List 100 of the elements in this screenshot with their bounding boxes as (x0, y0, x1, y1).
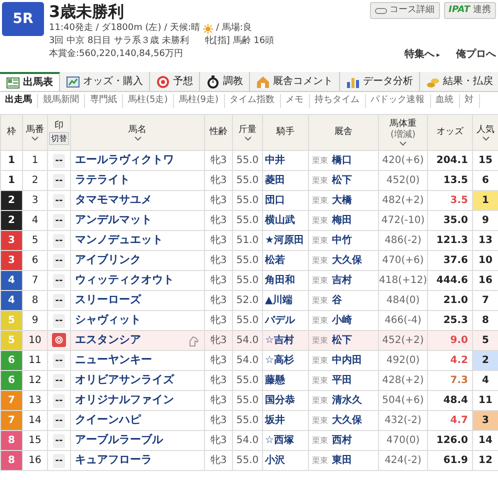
tab[interactable]: 予想 (150, 72, 200, 91)
trainer-link[interactable]: 谷 (332, 295, 342, 306)
sub-tab[interactable]: メモ (280, 94, 310, 108)
mark-button[interactable]: -- (53, 274, 65, 288)
region-label: 栗東 (312, 416, 328, 425)
trainer-link[interactable]: 松下 (332, 335, 352, 346)
trainer-link[interactable]: 西村 (332, 435, 352, 446)
trainer-link[interactable]: 中竹 (332, 235, 352, 246)
table-row[interactable]: 1 2 -- ラテライト 牝3 55.0 菱田 栗東 松下 452(0) 13.5 6 (0, 170, 498, 190)
feature-link[interactable]: 俺プロへ (456, 47, 496, 62)
popularity-cell: 10 (472, 250, 498, 270)
track-condition: / 馬場:良 (216, 22, 252, 35)
mark-button[interactable]: -- (53, 234, 65, 248)
region-label: 栗東 (312, 236, 328, 245)
table-row[interactable]: 4 7 -- ウィッティクオウト 牝3 55.0 角田和 栗東 吉村 418(+12) 444.6 16 (0, 270, 498, 290)
sub-tab[interactable]: 持ちタイム (310, 94, 366, 108)
popularity-cell: 6 (472, 170, 498, 190)
mark-button[interactable]: -- (53, 374, 65, 388)
trainer-link[interactable]: 小崎 (332, 315, 352, 326)
mark-button[interactable]: -- (53, 414, 65, 428)
mark-button[interactable]: -- (53, 394, 65, 408)
sub-tab[interactable]: タイム指数 (224, 94, 280, 108)
sort-caret-icon[interactable] (31, 136, 39, 140)
table-row[interactable]: 7 14 -- クイーンハピ 牝3 55.0 坂井 栗東 大久保 432(-2) 4.7 3 (0, 410, 498, 430)
sort-caret-icon[interactable] (482, 136, 490, 140)
sub-tab[interactable]: 競馬新聞 (38, 94, 85, 108)
trainer-link[interactable]: 大久保 (332, 415, 362, 426)
mark-button[interactable]: -- (53, 154, 65, 168)
ipat-link-button[interactable]: IPAT 連携 (444, 2, 496, 19)
region-label: 栗東 (312, 276, 328, 285)
mark-button[interactable]: -- (53, 454, 65, 468)
mark-button[interactable]: -- (53, 294, 65, 308)
table-row[interactable]: 8 15 -- アーブルラーブル 牝3 54.0 ☆西塚 栗東 西村 470(0) 126.0 14 (0, 430, 498, 450)
trainer-link[interactable]: 大久保 (332, 255, 362, 266)
table-row[interactable]: 2 3 -- タマモマサユメ 牝3 55.0 団口 栗東 大橋 482(+2) 3.5 1 (0, 190, 498, 210)
table-row[interactable]: 3 6 -- アイブリンク 牝3 55.0 松若 栗東 大久保 470(+6) 37.6 10 (0, 250, 498, 270)
race-info: 11:40発走 / ダ1800m (左) / 天候:晴 (49, 22, 200, 35)
mark-button[interactable] (52, 333, 66, 348)
table-row[interactable]: 7 13 -- オリジナルファイン 牝3 55.0 国分恭 栗東 清水久 504(+6) 48.4 11 (0, 390, 498, 410)
mark-button[interactable]: -- (53, 174, 65, 188)
frame-cell: 2 (0, 190, 22, 210)
table-row[interactable]: 8 16 -- キュアフローラ 牝3 55.0 小沢 栗東 東田 424(-2) 61.9 12 (0, 450, 498, 470)
table-row[interactable]: 4 8 -- スリーローズ 牝3 52.0 ▲川端 栗東 谷 484(0) 21.0 7 (0, 290, 498, 310)
sun-icon (203, 24, 214, 34)
tab[interactable]: 出馬表 (0, 72, 60, 91)
region-label: 栗東 (312, 356, 328, 365)
trainer-link[interactable]: 中内田 (332, 355, 362, 366)
table-row[interactable]: 2 4 -- アンデルマット 牝3 55.0 横山武 栗東 梅田 472(-10) 35.0 9 (0, 210, 498, 230)
target-icon (156, 74, 170, 88)
region-label: 栗東 (312, 296, 328, 305)
sub-tab[interactable]: 血統 (430, 94, 460, 108)
toggle-button[interactable]: 切替 (49, 132, 69, 144)
tab[interactable]: 厩舎コメント (250, 72, 340, 91)
region-label: 栗東 (312, 436, 328, 445)
table-row[interactable]: 3 5 -- マンノデュエット 牝3 51.0 ★河原田 栗東 中竹 486(-2) 121.3 13 (0, 230, 498, 250)
trainer-link[interactable]: 東田 (332, 455, 352, 466)
trainer-link[interactable]: 清水久 (332, 395, 362, 406)
column-header: 馬番 (26, 124, 44, 136)
mark-button[interactable]: -- (53, 214, 65, 228)
table-row[interactable]: 1 1 -- エールラヴィクトワ 牝3 55.0 中井 栗東 橋口 420(+6) 204.1 15 (0, 150, 498, 170)
region-label: 栗東 (312, 256, 328, 265)
sub-tab[interactable]: 専門紙 (85, 94, 123, 108)
sub-tab[interactable]: パドック速報 (366, 94, 430, 108)
tab[interactable]: 調教 (200, 72, 250, 91)
trainer-link[interactable]: 橋口 (332, 155, 352, 166)
sub-tab[interactable]: 馬柱(5走) (123, 94, 174, 108)
table-row[interactable]: 5 10 エスタンシア 牝3 54.0 ☆吉村 栗東 松下 452(+2) 9.0 5 (0, 330, 498, 350)
frame-cell: 4 (0, 270, 22, 290)
mark-button[interactable]: -- (53, 434, 65, 448)
sort-caret-icon[interactable] (134, 136, 142, 140)
column-header: (増減) (390, 130, 416, 141)
popularity-cell: 16 (472, 270, 498, 290)
chart-window-icon (66, 74, 80, 88)
sub-tab[interactable]: 対 (460, 94, 480, 108)
column-header: 性齢 (210, 127, 228, 138)
sort-caret-icon[interactable] (399, 141, 407, 146)
tab[interactable]: データ分析 (340, 72, 420, 91)
mark-button[interactable]: -- (53, 314, 65, 328)
table-cell: 424(-2) (378, 450, 428, 470)
frame-cell: 5 (0, 330, 22, 350)
tab[interactable]: オッズ・購入 (60, 72, 150, 91)
trainer-link[interactable]: 梅田 (332, 215, 352, 226)
trainer-link[interactable]: 吉村 (332, 275, 352, 286)
table-row[interactable]: 5 9 -- シャヴィット 牝3 55.0 バデル 栗東 小崎 466(-4) 25.3 8 (0, 310, 498, 330)
mark-button[interactable]: -- (53, 354, 65, 368)
sort-caret-icon[interactable] (244, 136, 252, 140)
trainer-link[interactable]: 大橋 (332, 195, 352, 206)
trainer-link[interactable]: 松下 (332, 175, 352, 186)
tab[interactable]: 結果・払戻 (420, 72, 498, 91)
popularity-cell: 2 (472, 350, 498, 370)
trainer-link[interactable]: 平田 (332, 375, 352, 386)
table-row[interactable]: 6 12 -- オリビアサンライズ 牝3 55.0 藤懸 栗東 平田 428(+2) 7.3 4 (0, 370, 498, 390)
table-row[interactable]: 6 11 -- ニューヤンキー 牝3 54.0 ☆高杉 栗東 中内田 492(0) 4.2 2 (0, 350, 498, 370)
race-conditions: 牝[指] 馬齢 16頭 (204, 35, 274, 48)
sub-tab[interactable]: 馬柱(9走) (174, 94, 224, 108)
mark-button[interactable]: -- (53, 254, 65, 268)
mark-button[interactable]: -- (53, 194, 65, 208)
sub-tab[interactable]: 出走馬 (0, 94, 38, 108)
table-cell: 55.0 (232, 450, 262, 470)
course-detail-button[interactable]: コース詳細 (370, 2, 440, 19)
